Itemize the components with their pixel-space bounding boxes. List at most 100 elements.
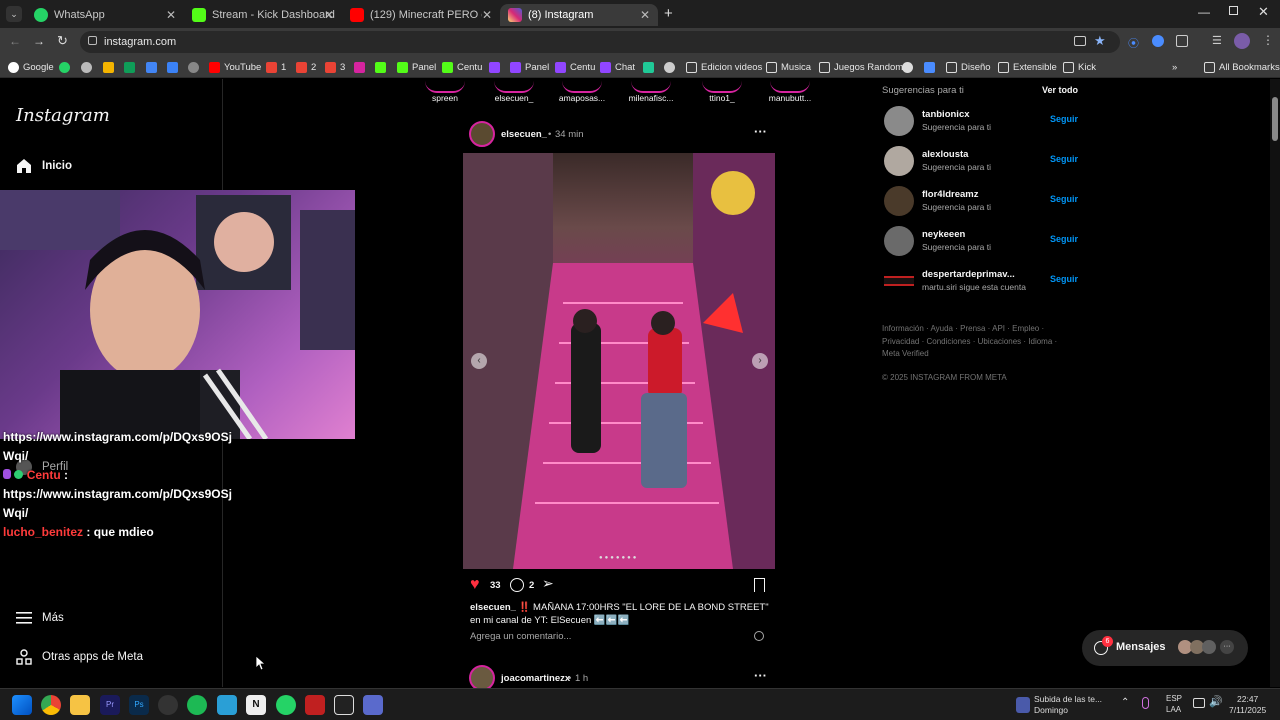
bookmark-twitch[interactable] <box>489 60 504 74</box>
bookmark-folder-juegos[interactable]: Juegos Random <box>819 60 903 74</box>
bookmark-gmail-2[interactable]: 2 <box>296 60 316 74</box>
tab-kick[interactable]: Stream - Kick Dashboard ✕ <box>184 4 342 26</box>
bookmark-centu-kick[interactable]: Centu <box>442 60 482 74</box>
comment-icon[interactable] <box>510 578 524 592</box>
post-options-icon[interactable]: ··· <box>754 668 767 683</box>
close-window-button[interactable]: ✕ <box>1258 4 1269 20</box>
premiere-icon[interactable]: Pr <box>100 695 120 715</box>
app-icon[interactable] <box>305 695 325 715</box>
extension-icon[interactable] <box>1152 35 1164 47</box>
back-icon[interactable]: ← <box>9 34 21 48</box>
nav-meta-apps[interactable]: Otras apps de Meta <box>16 649 143 665</box>
extensions-puzzle-icon[interactable] <box>1176 35 1188 47</box>
tab-youtube[interactable]: (129) Minecraft PERO con la FL✕ <box>342 4 500 26</box>
forward-icon[interactable]: → <box>33 34 45 48</box>
comment-input[interactable]: Agrega un comentario... <box>470 631 571 642</box>
close-icon[interactable]: ✕ <box>640 8 650 22</box>
tab-whatsapp[interactable]: WhatsApp ✕ <box>26 4 184 26</box>
star-icon[interactable]: ★ <box>1094 33 1106 49</box>
network-icon[interactable] <box>1193 698 1205 708</box>
post-options-icon[interactable]: ··· <box>754 124 767 139</box>
capcut-icon[interactable] <box>334 695 354 715</box>
extension-icon[interactable]: ⦿ <box>1128 35 1140 50</box>
scrollbar[interactable] <box>1270 79 1280 687</box>
see-all-link[interactable]: Ver todo <box>1042 85 1078 95</box>
bookmark-folder-musica[interactable]: Musica <box>766 60 811 74</box>
url-field[interactable]: instagram.com ★ <box>80 31 1120 53</box>
instagram-logo[interactable]: Instagram <box>16 105 110 126</box>
footer-links[interactable]: Información · Ayuda · Prensa · API · Emp… <box>882 323 1057 361</box>
close-icon[interactable]: ✕ <box>166 8 176 22</box>
avatar[interactable] <box>884 146 914 176</box>
notification-title[interactable]: Subida de las te... <box>1034 694 1102 704</box>
post-author-avatar[interactable] <box>469 121 495 147</box>
avatar[interactable] <box>884 106 914 136</box>
follow-button[interactable]: Seguir <box>1050 194 1078 204</box>
follow-button[interactable]: Seguir <box>1050 274 1078 284</box>
follow-button[interactable]: Seguir <box>1050 114 1078 124</box>
follow-button[interactable]: Seguir <box>1050 154 1078 164</box>
story-item[interactable]: milenafisc... <box>624 81 678 103</box>
bookmark-folder-edicion[interactable]: Edicion videos <box>686 60 762 74</box>
notes-icon[interactable] <box>217 695 237 715</box>
tab-search-icon[interactable]: ⌄ <box>6 6 22 22</box>
all-bookmarks[interactable]: All Bookmarks <box>1204 60 1280 74</box>
windows-start-icon[interactable] <box>12 695 32 715</box>
nav-home[interactable]: Inicio <box>16 158 72 174</box>
cast-icon[interactable] <box>1074 36 1086 46</box>
bookmark-docs[interactable] <box>146 60 161 74</box>
bookmark-discord[interactable] <box>664 60 679 74</box>
media-icon[interactable]: ☰ <box>1212 34 1222 47</box>
tray-overflow-icon[interactable]: ⌃ <box>1121 697 1129 708</box>
reload-icon[interactable]: ↻ <box>57 33 68 49</box>
avatar[interactable] <box>884 226 914 256</box>
share-icon[interactable]: ➢ <box>542 575 554 592</box>
bookmark-instagram[interactable] <box>354 60 369 74</box>
post-author[interactable]: elsecuen_ <box>501 129 547 140</box>
bookmark-gmail-1[interactable]: 1 <box>266 60 286 74</box>
nav-more[interactable]: Más <box>16 611 64 625</box>
bookmark-cat[interactable] <box>902 60 917 74</box>
bookmark-youtube[interactable]: YouTube <box>209 60 261 74</box>
story-item[interactable]: spreen <box>418 81 472 103</box>
bookmark-google[interactable]: Google <box>8 60 54 74</box>
whatsapp-icon[interactable] <box>276 695 296 715</box>
next-post-author[interactable]: joacomartinezx <box>501 673 570 684</box>
story-item[interactable]: ttino1_ <box>695 81 749 103</box>
clock-time[interactable]: 22:47 <box>1237 694 1258 704</box>
post-image[interactable]: ‹ › ●●●●●●● <box>463 153 775 569</box>
app-icon[interactable] <box>363 695 383 715</box>
bookmark-centu-twitch[interactable]: Centu <box>555 60 595 74</box>
clock-date[interactable]: 7/11/2025 <box>1229 705 1266 715</box>
chrome-icon[interactable] <box>41 695 61 715</box>
bookmark-folder-kick[interactable]: Kick <box>1063 60 1096 74</box>
avatar[interactable] <box>1234 33 1250 49</box>
messages-button[interactable]: 6 Mensajes ··· <box>1082 630 1248 666</box>
spotify-icon[interactable] <box>187 695 207 715</box>
carousel-prev-icon[interactable]: ‹ <box>471 353 487 369</box>
story-item[interactable]: manubutt... <box>763 81 817 103</box>
bookmark-folder-extensible[interactable]: Extensible <box>998 60 1057 74</box>
bookmark-tool[interactable] <box>167 60 182 74</box>
caption-author[interactable]: elsecuen_ <box>470 602 516 613</box>
notion-icon[interactable]: N <box>246 695 266 715</box>
file-explorer-icon[interactable] <box>70 695 90 715</box>
bookmark-panel-twitch[interactable]: Panel <box>510 60 549 74</box>
bookmark-kick[interactable] <box>375 60 390 74</box>
bookmark-apple[interactable] <box>81 60 96 74</box>
bookmark-drive[interactable] <box>103 60 118 74</box>
mic-icon[interactable] <box>1142 697 1149 709</box>
avatar[interactable] <box>884 186 914 216</box>
obs-icon[interactable] <box>158 695 178 715</box>
language-indicator[interactable]: ESP <box>1166 694 1182 703</box>
bookmark-misc[interactable] <box>924 60 939 74</box>
emoji-icon[interactable] <box>754 631 764 641</box>
new-tab-button[interactable]: + <box>664 5 673 22</box>
story-item[interactable]: elsecuen_ <box>487 81 541 103</box>
bookmark-gmail-3[interactable]: 3 <box>325 60 345 74</box>
close-icon[interactable]: ✕ <box>324 8 334 22</box>
volume-icon[interactable]: 🔊 <box>1209 695 1223 708</box>
bookmark-folder-diseno[interactable]: Diseño <box>946 60 991 74</box>
site-info-icon[interactable] <box>88 36 97 45</box>
save-bookmark-icon[interactable] <box>754 578 765 592</box>
